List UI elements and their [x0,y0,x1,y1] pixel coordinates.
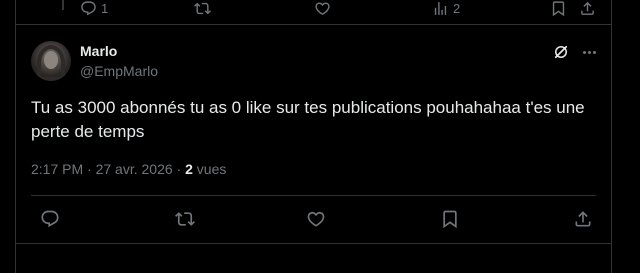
post-text: Tu as 3000 abonnés tu as 0 like sur tes … [31,98,585,141]
views-icon [434,1,447,15]
avatar[interactable] [31,41,71,81]
share-icon [575,211,591,227]
repost-button[interactable] [172,206,198,232]
share-icon [581,1,594,15]
divider [16,243,611,244]
thread-line [62,0,64,10]
previous-repost-button[interactable] [194,0,211,16]
meta-separator: · [83,161,96,177]
bookmark-icon [443,210,457,229]
tweet-column: 1 2 Marlo @EmpMarlo Tu as 3000 abonnés t… [15,0,612,273]
previous-share-button[interactable] [579,0,596,16]
previous-reply-button[interactable]: 1 [80,0,108,16]
previous-views-button[interactable]: 2 [432,0,460,16]
like-button[interactable] [303,206,329,232]
meta-separator-2: · [172,161,186,177]
previous-reply-count: 1 [101,0,109,16]
reply-icon [81,0,96,15]
post-action-bar [31,206,596,232]
previous-bookmark-button[interactable] [550,0,567,16]
author-name[interactable]: Marlo [80,43,117,59]
share-button[interactable] [570,206,596,232]
divider [31,195,596,196]
post-date[interactable]: 27 avr. 2026 [96,161,173,177]
like-icon [315,1,330,15]
grok-icon[interactable] [552,43,570,61]
reply-icon [41,210,59,228]
post-meta: 2:17 PM · 27 avr. 2026 · 2 vues [31,161,226,177]
previous-views-count: 2 [453,0,461,16]
post-views-label: vues [192,161,227,177]
avatar-face [44,51,58,69]
previous-like-button[interactable] [314,0,331,16]
bookmark-button[interactable] [437,206,463,232]
reply-button[interactable] [37,206,63,232]
more-icon[interactable] [580,43,598,61]
bookmark-icon [552,0,565,16]
repost-icon [175,212,195,226]
post-time[interactable]: 2:17 PM [31,161,83,177]
previous-post-action-bar: 1 2 [16,0,611,25]
like-icon [307,211,325,227]
repost-icon [194,2,211,14]
post-views-count: 2 [185,161,193,177]
author-handle[interactable]: @EmpMarlo [80,63,158,79]
